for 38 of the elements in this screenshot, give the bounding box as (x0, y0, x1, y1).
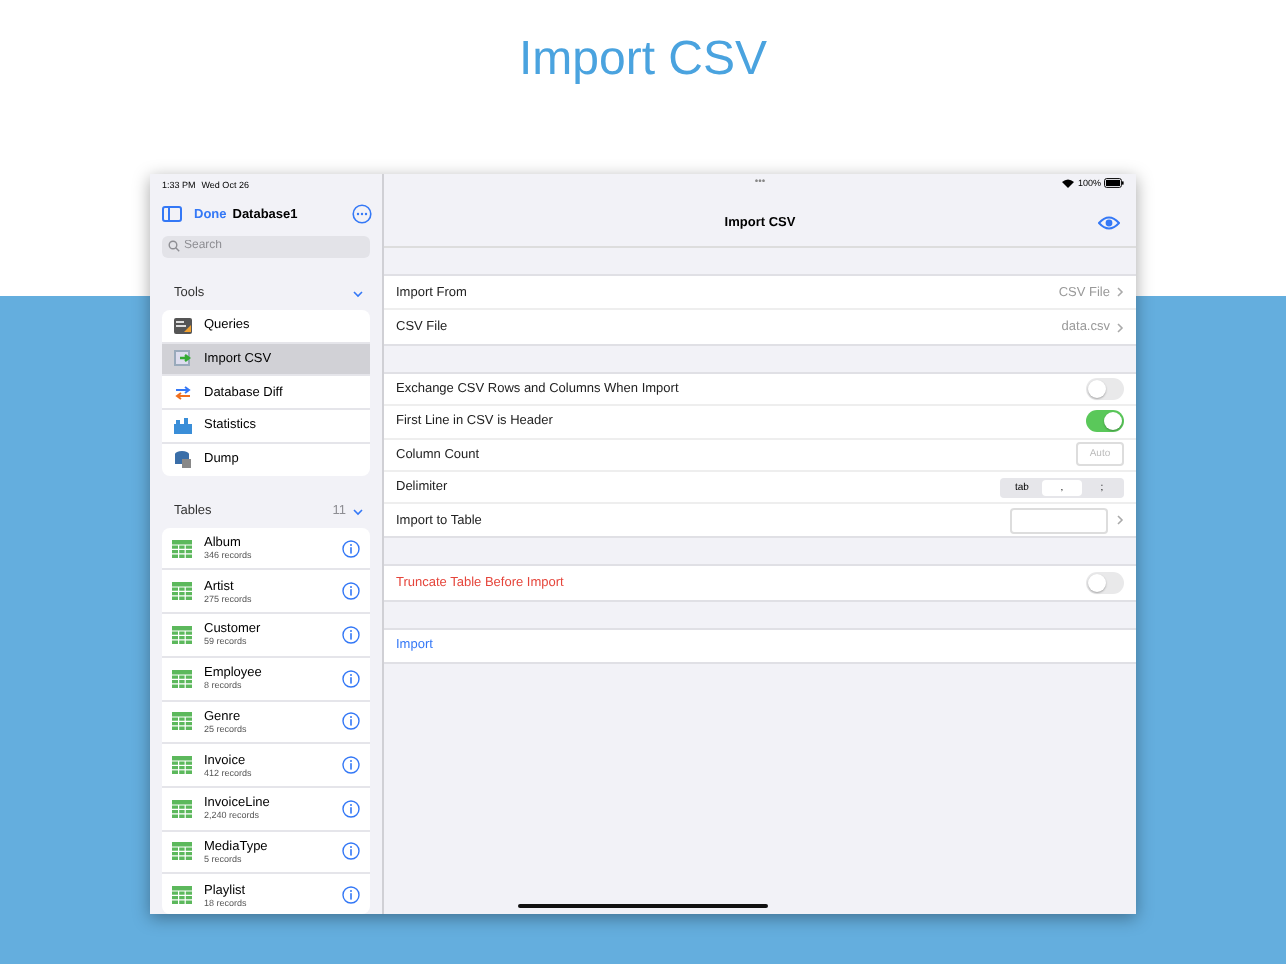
info-icon[interactable] (342, 799, 360, 818)
terminal-icon (174, 317, 192, 334)
wifi-icon (1062, 178, 1075, 188)
info-icon[interactable] (342, 712, 360, 731)
info-icon[interactable] (342, 756, 360, 775)
table-icon (172, 886, 192, 905)
table-arrow-icon (174, 350, 192, 367)
toggle-switch[interactable] (1086, 378, 1124, 401)
sidebar-toggle-icon[interactable] (162, 206, 182, 223)
chevron-right-icon[interactable] (1116, 514, 1124, 527)
info-icon[interactable] (342, 886, 360, 905)
eye-icon[interactable] (1098, 216, 1120, 230)
info-icon[interactable] (342, 669, 360, 688)
info-icon[interactable] (342, 842, 360, 861)
toggle-switch[interactable] (1086, 410, 1124, 433)
more-icon[interactable] (352, 204, 372, 225)
table-icon (172, 539, 192, 558)
chevron-right-icon[interactable] (1116, 286, 1124, 298)
swap-arrows-icon (174, 384, 192, 401)
table-icon (172, 582, 192, 601)
table-icon (172, 799, 192, 818)
table-icon (172, 712, 192, 731)
database-icon (174, 450, 192, 469)
chevron-icon[interactable] (352, 287, 364, 300)
battery-icon (1104, 178, 1124, 188)
chevron-icon[interactable] (352, 505, 364, 518)
table-picker-field[interactable] (1010, 507, 1108, 534)
table-icon (172, 842, 192, 861)
table-icon (172, 669, 192, 688)
bar-chart-icon (174, 417, 192, 434)
page-headline: Import CSV (518, 32, 768, 88)
info-icon[interactable] (342, 539, 360, 558)
info-icon[interactable] (342, 625, 360, 644)
table-icon (172, 756, 192, 775)
toggle-switch[interactable] (1086, 572, 1124, 595)
chevron-right-icon[interactable] (1116, 321, 1124, 333)
table-icon (172, 625, 192, 644)
info-icon[interactable] (342, 582, 360, 601)
